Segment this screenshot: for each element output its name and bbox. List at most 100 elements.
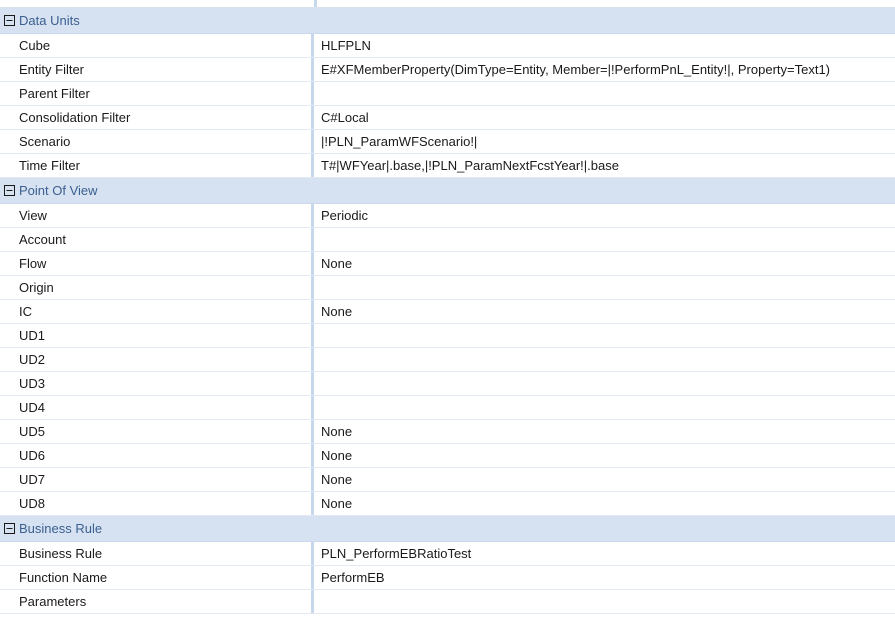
row-gutter bbox=[0, 420, 18, 443]
property-name: UD2 bbox=[18, 348, 314, 371]
row-gutter bbox=[0, 276, 18, 299]
property-row-flow[interactable]: Flow None bbox=[0, 252, 895, 276]
category-point-of-view: Point Of View View Periodic Account Flow None… bbox=[0, 178, 895, 516]
property-name: UD3 bbox=[18, 372, 314, 395]
row-gutter bbox=[0, 82, 18, 105]
property-value[interactable] bbox=[314, 324, 895, 347]
property-name: Business Rule bbox=[18, 542, 314, 565]
property-row-business-rule[interactable]: Business Rule PLN_PerformEBRatioTest bbox=[0, 542, 895, 566]
collapse-minus-icon[interactable] bbox=[0, 178, 18, 203]
row-gutter bbox=[0, 372, 18, 395]
category-header[interactable]: Data Units bbox=[0, 8, 895, 34]
property-name: Time Filter bbox=[18, 154, 314, 177]
row-gutter bbox=[0, 324, 18, 347]
property-name: UD5 bbox=[18, 420, 314, 443]
property-row-ic[interactable]: IC None bbox=[0, 300, 895, 324]
property-value[interactable] bbox=[314, 348, 895, 371]
property-row-origin[interactable]: Origin bbox=[0, 276, 895, 300]
property-value[interactable]: None bbox=[314, 252, 895, 275]
property-value[interactable]: |!PLN_ParamWFScenario!| bbox=[314, 130, 895, 153]
property-name: UD6 bbox=[18, 444, 314, 467]
row-gutter bbox=[0, 106, 18, 129]
property-row-scenario[interactable]: Scenario |!PLN_ParamWFScenario!| bbox=[0, 130, 895, 154]
property-row-cube[interactable]: Cube HLFPLN bbox=[0, 34, 895, 58]
property-value[interactable]: None bbox=[314, 420, 895, 443]
row-gutter bbox=[0, 566, 18, 589]
property-row-account[interactable]: Account bbox=[0, 228, 895, 252]
property-row-parent-filter[interactable]: Parent Filter bbox=[0, 82, 895, 106]
property-name: Function Name bbox=[18, 566, 314, 589]
property-row-ud5[interactable]: UD5 None bbox=[0, 420, 895, 444]
category-label: Data Units bbox=[19, 13, 80, 28]
property-row-ud1[interactable]: UD1 bbox=[0, 324, 895, 348]
property-row-time-filter[interactable]: Time Filter T#|WFYear|.base,|!PLN_ParamNe… bbox=[0, 154, 895, 178]
property-value[interactable]: None bbox=[314, 468, 895, 491]
row-gutter bbox=[0, 396, 18, 419]
property-sections: Data Units Cube HLFPLN Entity Filter E#XFMem… bbox=[0, 8, 895, 614]
category-label: Business Rule bbox=[19, 521, 103, 536]
row-gutter bbox=[0, 130, 18, 153]
property-grid: Data Units Cube HLFPLN Entity Filter E#XFMem… bbox=[0, 0, 895, 632]
row-gutter bbox=[0, 300, 18, 323]
property-row-ud2[interactable]: UD2 bbox=[0, 348, 895, 372]
property-value[interactable]: Periodic bbox=[314, 204, 895, 227]
row-gutter bbox=[0, 348, 18, 371]
category-header[interactable]: Point Of View bbox=[0, 178, 895, 204]
row-gutter bbox=[0, 228, 18, 251]
category-data-units: Data Units Cube HLFPLN Entity Filter E#XFMem… bbox=[0, 8, 895, 178]
truncated-top-row bbox=[0, 0, 895, 8]
property-name: UD4 bbox=[18, 396, 314, 419]
property-value[interactable]: PerformEB bbox=[314, 566, 895, 589]
category-header[interactable]: Business Rule bbox=[0, 516, 895, 542]
row-gutter bbox=[0, 154, 18, 177]
property-value[interactable]: None bbox=[314, 492, 895, 515]
property-name: UD8 bbox=[18, 492, 314, 515]
property-row-entity-filter[interactable]: Entity Filter E#XFMemberProperty(DimType=… bbox=[0, 58, 895, 82]
property-name: Account bbox=[18, 228, 314, 251]
property-value[interactable]: T#|WFYear|.base,|!PLN_ParamNextFcstYear!… bbox=[314, 154, 895, 177]
property-name: Scenario bbox=[18, 130, 314, 153]
property-name: Consolidation Filter bbox=[18, 106, 314, 129]
collapse-minus-icon[interactable] bbox=[0, 8, 18, 33]
row-gutter bbox=[0, 58, 18, 81]
property-row-function-name[interactable]: Function Name PerformEB bbox=[0, 566, 895, 590]
row-gutter bbox=[0, 34, 18, 57]
column-divider bbox=[314, 0, 317, 7]
property-name: Origin bbox=[18, 276, 314, 299]
property-value[interactable] bbox=[314, 396, 895, 419]
property-value[interactable]: E#XFMemberProperty(DimType=Entity, Membe… bbox=[314, 58, 895, 81]
property-name: UD1 bbox=[18, 324, 314, 347]
property-name: IC bbox=[18, 300, 314, 323]
property-row-ud7[interactable]: UD7 None bbox=[0, 468, 895, 492]
property-value[interactable] bbox=[314, 276, 895, 299]
property-value[interactable]: C#Local bbox=[314, 106, 895, 129]
property-row-ud6[interactable]: UD6 None bbox=[0, 444, 895, 468]
row-gutter bbox=[0, 492, 18, 515]
property-value[interactable] bbox=[314, 372, 895, 395]
row-gutter bbox=[0, 444, 18, 467]
row-gutter bbox=[0, 468, 18, 491]
property-value[interactable]: HLFPLN bbox=[314, 34, 895, 57]
property-row-ud4[interactable]: UD4 bbox=[0, 396, 895, 420]
property-name: Cube bbox=[18, 34, 314, 57]
property-row-consolidation-filter[interactable]: Consolidation Filter C#Local bbox=[0, 106, 895, 130]
row-gutter bbox=[0, 590, 18, 613]
row-gutter bbox=[0, 204, 18, 227]
property-name: Parent Filter bbox=[18, 82, 314, 105]
row-gutter bbox=[0, 542, 18, 565]
property-value[interactable] bbox=[314, 590, 895, 613]
collapse-minus-icon[interactable] bbox=[0, 516, 18, 541]
property-row-view[interactable]: View Periodic bbox=[0, 204, 895, 228]
property-name: UD7 bbox=[18, 468, 314, 491]
property-value[interactable]: None bbox=[314, 300, 895, 323]
category-label: Point Of View bbox=[19, 183, 98, 198]
property-value[interactable]: None bbox=[314, 444, 895, 467]
property-row-ud3[interactable]: UD3 bbox=[0, 372, 895, 396]
property-value[interactable] bbox=[314, 82, 895, 105]
property-row-parameters[interactable]: Parameters bbox=[0, 590, 895, 614]
property-row-ud8[interactable]: UD8 None bbox=[0, 492, 895, 516]
property-value[interactable] bbox=[314, 228, 895, 251]
property-value[interactable]: PLN_PerformEBRatioTest bbox=[314, 542, 895, 565]
property-name: View bbox=[18, 204, 314, 227]
property-name: Flow bbox=[18, 252, 314, 275]
